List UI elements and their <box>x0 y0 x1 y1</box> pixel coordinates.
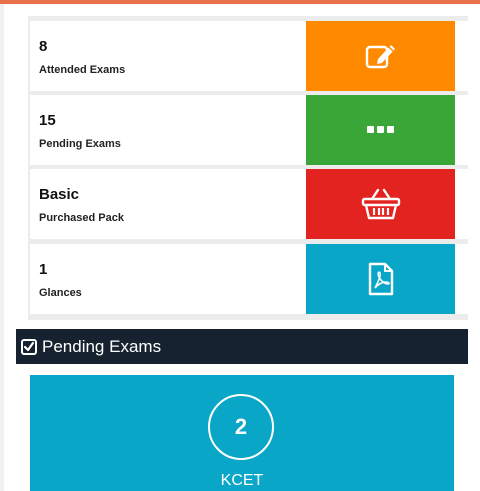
stat-card-pending-exams[interactable]: 15 Pending Exams <box>30 95 480 165</box>
edit-icon <box>365 45 395 69</box>
stat-tile-pack[interactable] <box>306 169 455 239</box>
exam-name: KCET <box>220 472 264 489</box>
stat-label: Attended Exams <box>39 64 126 76</box>
stat-label: Purchased Pack <box>39 212 124 224</box>
pdf-icon <box>368 262 393 296</box>
stat-value: 8 <box>39 38 48 55</box>
stat-tile-attended[interactable] <box>306 21 455 91</box>
stat-tile-pending[interactable] <box>306 95 455 165</box>
stat-card-glances[interactable]: 1 Glances <box>30 244 480 314</box>
stats-panel: 8 Attended Exams 15 Pending Exams Basic … <box>28 16 480 320</box>
exam-tile-kcet[interactable]: 2 KCET <box>30 375 454 491</box>
top-accent-bar <box>0 0 480 4</box>
ellipsis-icon <box>366 126 394 133</box>
check-square-icon <box>20 338 38 356</box>
stat-card-attended-exams[interactable]: 8 Attended Exams <box>30 21 480 91</box>
stat-value: Basic <box>39 186 80 203</box>
left-edge <box>0 4 4 491</box>
stat-tile-glances[interactable] <box>306 244 455 314</box>
basket-icon <box>361 188 400 220</box>
pending-exams-header: Pending Exams <box>16 329 468 364</box>
exam-count-badge: 2 <box>208 394 274 460</box>
stat-label: Pending Exams <box>39 138 121 150</box>
stat-card-purchased-pack[interactable]: Basic Purchased Pack <box>30 169 480 239</box>
stat-label: Glances <box>39 287 82 299</box>
stat-value: 15 <box>39 112 56 129</box>
stat-value: 1 <box>39 261 48 278</box>
section-title: Pending Exams <box>42 336 162 356</box>
